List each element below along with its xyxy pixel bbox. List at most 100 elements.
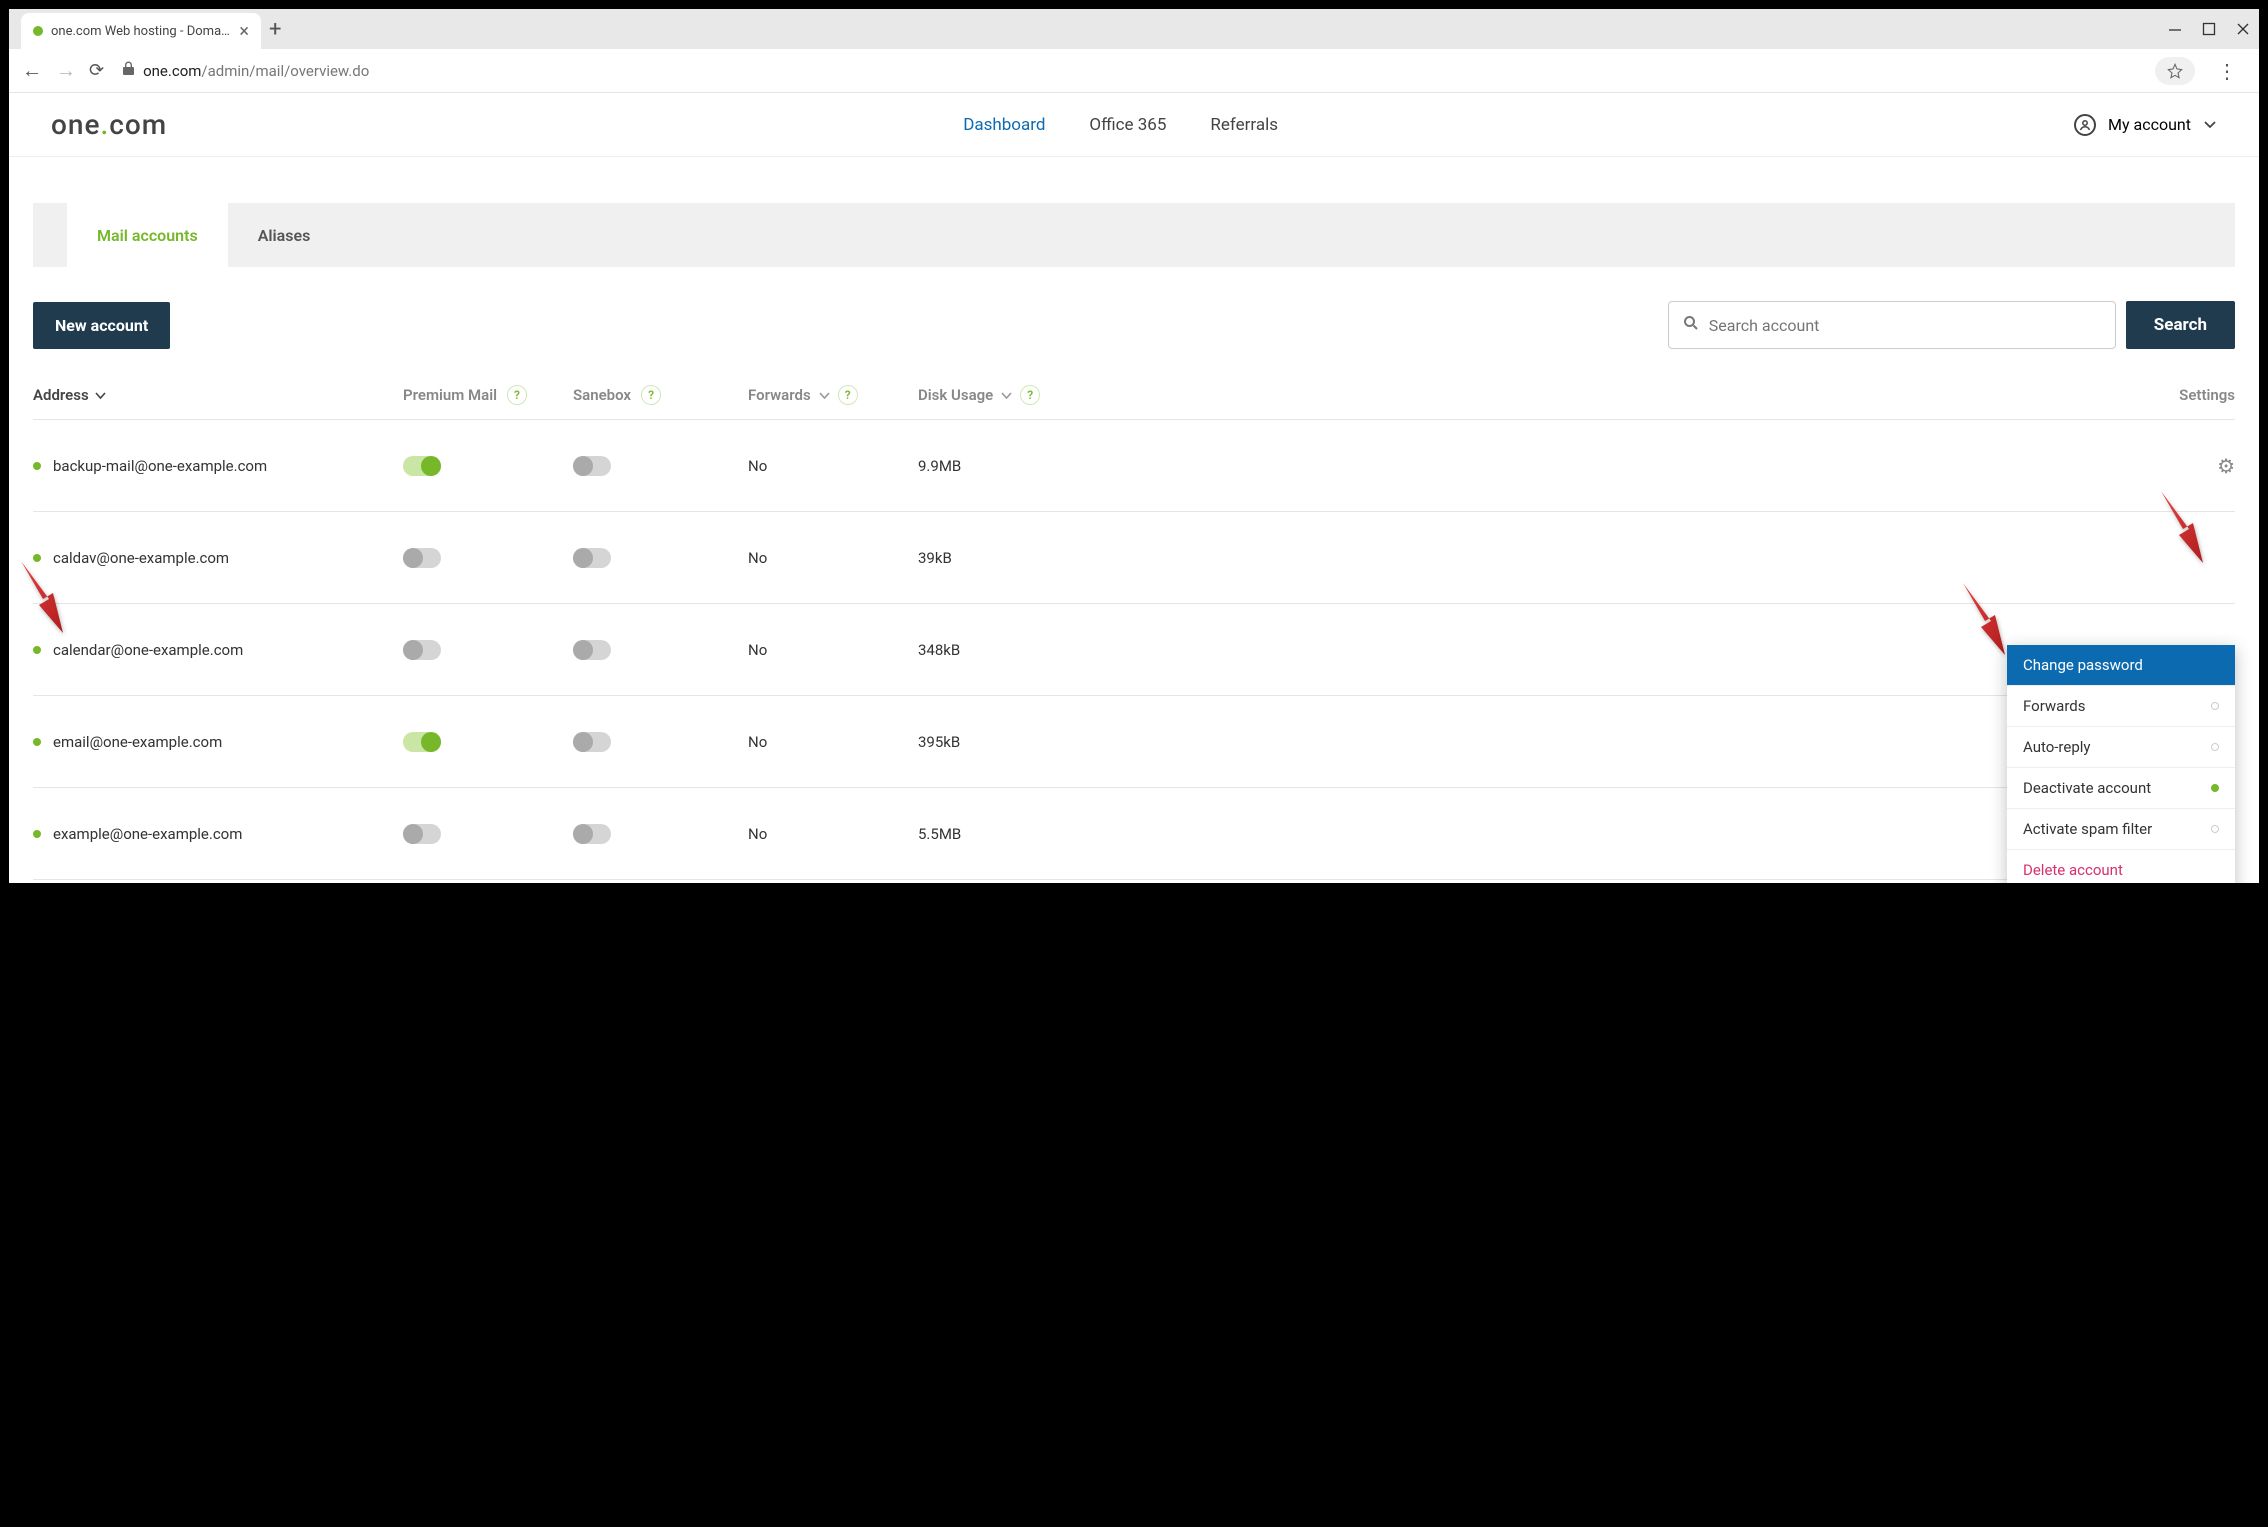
email-address: calendar@one-example.com — [53, 641, 243, 659]
col-disk[interactable]: Disk Usage ? — [918, 385, 1148, 405]
account-menu[interactable]: My account — [2074, 114, 2217, 136]
sanebox-toggle[interactable] — [573, 640, 611, 660]
forwards-value: No — [748, 457, 918, 475]
col-premium: Premium Mail ? — [403, 385, 573, 405]
gear-icon[interactable]: ⚙ — [2217, 454, 2235, 478]
sanebox-toggle[interactable] — [573, 548, 611, 568]
email-address: backup-mail@one-example.com — [53, 457, 267, 475]
window-maximize-icon[interactable] — [2201, 21, 2217, 37]
status-indicator-icon — [2211, 825, 2219, 833]
help-icon[interactable]: ? — [641, 385, 661, 405]
tab-aliases[interactable]: Aliases — [228, 203, 341, 267]
site-header: one.com Dashboard Office 365 Referrals M… — [9, 93, 2259, 157]
sanebox-toggle[interactable] — [573, 456, 611, 476]
col-forwards-label: Forwards — [748, 386, 811, 404]
new-account-button[interactable]: New account — [33, 302, 170, 349]
forwards-value: No — [748, 641, 918, 659]
window-close-icon[interactable] — [2235, 21, 2251, 37]
menu-change-password[interactable]: Change password — [2007, 645, 2235, 686]
status-dot-icon — [33, 738, 41, 746]
row-address: caldav@one-example.com — [33, 549, 403, 567]
chevron-down-icon — [2203, 115, 2217, 134]
tab-mail-accounts[interactable]: Mail accounts — [67, 203, 228, 267]
user-icon — [2074, 114, 2096, 136]
search-button[interactable]: Search — [2126, 301, 2235, 349]
chevron-down-icon — [1001, 386, 1012, 404]
nav-referrals[interactable]: Referrals — [1210, 115, 1278, 135]
menu-label: Deactivate account — [2023, 779, 2151, 797]
sanebox-toggle[interactable] — [573, 824, 611, 844]
menu-deactivate[interactable]: Deactivate account — [2007, 768, 2235, 809]
row-address: calendar@one-example.com — [33, 641, 403, 659]
search-icon — [1683, 315, 1699, 335]
premium-toggle[interactable] — [403, 548, 441, 568]
address-bar[interactable]: one.com/admin/mail/overview.do — [116, 61, 2143, 80]
new-tab-button[interactable]: + — [269, 17, 281, 42]
menu-auto-reply[interactable]: Auto-reply — [2007, 727, 2235, 768]
disk-usage: 5.5MB — [918, 825, 1148, 843]
menu-label: Auto-reply — [2023, 738, 2091, 756]
menu-spam-filter[interactable]: Activate spam filter — [2007, 809, 2235, 850]
email-address: example@one-example.com — [53, 825, 242, 843]
url-host: one.com/admin/mail/overview.do — [143, 62, 369, 80]
disk-usage: 39kB — [918, 549, 1148, 567]
premium-toggle[interactable] — [403, 732, 441, 752]
settings-dropdown: Change password Forwards Auto-reply Deac… — [2007, 645, 2235, 883]
col-address-label: Address — [33, 386, 89, 404]
menu-label: Forwards — [2023, 697, 2085, 715]
browser-menu-icon[interactable]: ⋮ — [2207, 59, 2247, 83]
status-indicator-icon — [2211, 784, 2219, 792]
browser-tab[interactable]: one.com Web hosting - Domain... × — [21, 13, 261, 49]
forward-button[interactable]: → — [55, 58, 77, 83]
help-icon[interactable]: ? — [1020, 385, 1040, 405]
col-sanebox: Sanebox ? — [573, 385, 748, 405]
reload-button[interactable]: ⟳ — [89, 60, 104, 81]
status-dot-icon — [33, 554, 41, 562]
status-indicator-icon — [2211, 702, 2219, 710]
sanebox-toggle[interactable] — [573, 732, 611, 752]
forwards-value: No — [748, 733, 918, 751]
chevron-down-icon — [819, 386, 830, 404]
premium-toggle[interactable] — [403, 824, 441, 844]
window-titlebar: one.com Web hosting - Domain... × + — [9, 9, 2259, 49]
search-input[interactable] — [1709, 316, 2101, 335]
bookmark-star-icon[interactable] — [2155, 57, 2195, 85]
status-dot-icon — [33, 462, 41, 470]
premium-toggle[interactable] — [403, 456, 441, 476]
row-address: email@one-example.com — [33, 733, 403, 751]
col-premium-label: Premium Mail — [403, 386, 497, 404]
logo[interactable]: one.com — [51, 108, 167, 141]
disk-usage: 9.9MB — [918, 457, 1148, 475]
logo-text: com — [109, 108, 167, 141]
nav-dashboard[interactable]: Dashboard — [963, 115, 1045, 135]
help-icon[interactable]: ? — [838, 385, 858, 405]
chevron-down-icon — [95, 386, 106, 404]
favicon-icon — [33, 26, 43, 36]
menu-label: Activate spam filter — [2023, 820, 2152, 838]
account-label: My account — [2108, 115, 2191, 134]
col-forwards[interactable]: Forwards ? — [748, 385, 918, 405]
table-row: caldav@one-example.com No 39kB — [33, 512, 2235, 604]
row-address: example@one-example.com — [33, 825, 403, 843]
tabs-bar: Mail accounts Aliases — [33, 203, 2235, 267]
premium-toggle[interactable] — [403, 640, 441, 660]
table-row: example@one-example.com No 5.5MB ⚙ — [33, 788, 2235, 880]
col-sanebox-label: Sanebox — [573, 386, 631, 404]
disk-usage: 395kB — [918, 733, 1148, 751]
browser-toolbar: ← → ⟳ one.com/admin/mail/overview.do ⋮ — [9, 49, 2259, 93]
status-dot-icon — [33, 830, 41, 838]
help-icon[interactable]: ? — [507, 385, 527, 405]
menu-label: Change password — [2023, 656, 2143, 674]
logo-text: one — [51, 108, 100, 141]
back-button[interactable]: ← — [21, 58, 43, 83]
menu-delete-account[interactable]: Delete account — [2007, 850, 2235, 883]
forwards-value: No — [748, 825, 918, 843]
menu-forwards[interactable]: Forwards — [2007, 686, 2235, 727]
search-wrap — [1668, 301, 2116, 349]
close-tab-icon[interactable]: × — [239, 21, 249, 42]
menu-label: Delete account — [2023, 861, 2123, 879]
col-address[interactable]: Address — [33, 386, 403, 404]
nav-office365[interactable]: Office 365 — [1089, 115, 1166, 135]
window-minimize-icon[interactable] — [2167, 21, 2183, 37]
lock-icon — [122, 61, 135, 80]
